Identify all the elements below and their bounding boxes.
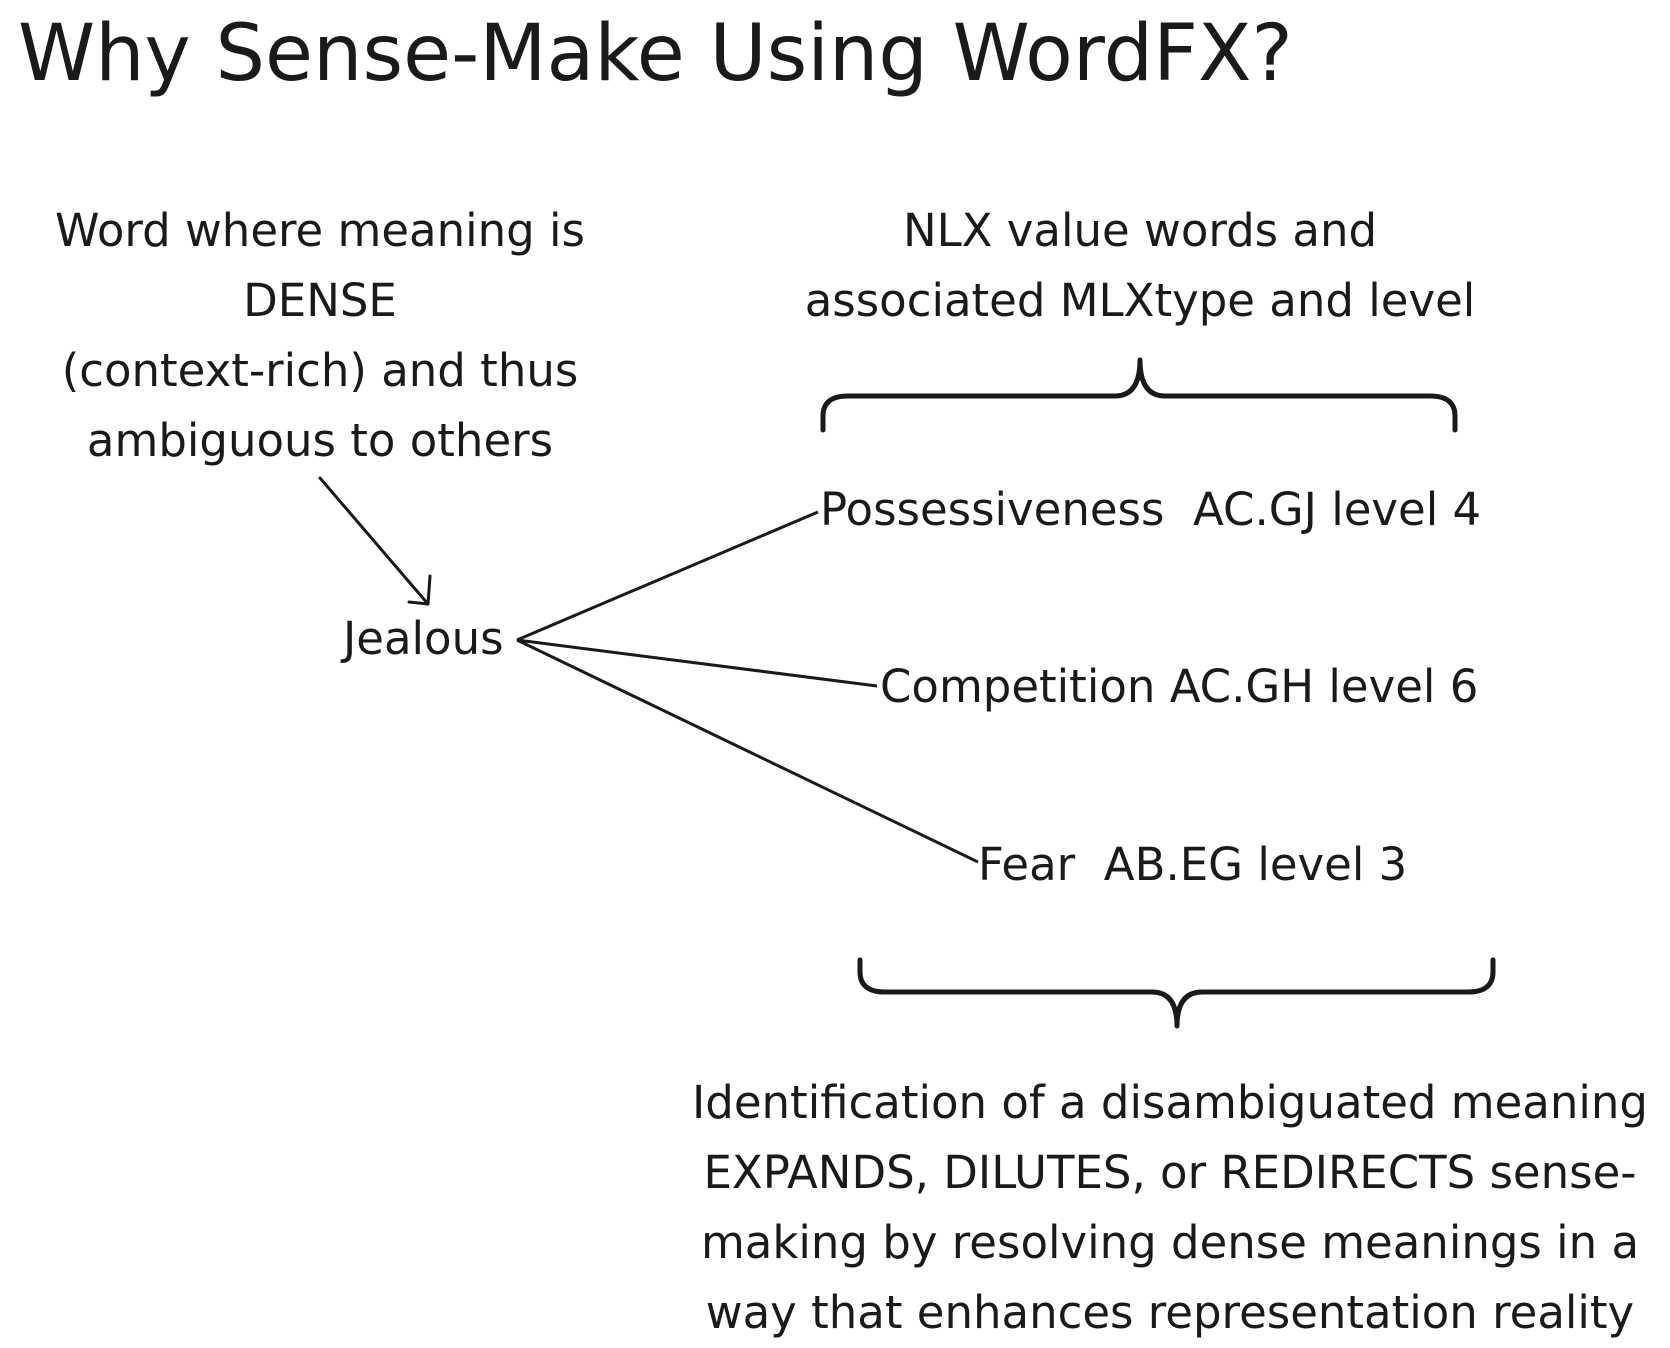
- branch-line-competition: [516, 638, 878, 688]
- disambiguation-caption-line: making by resolving dense meanings in a: [700, 1216, 1640, 1269]
- branch-possessiveness: Possessiveness AC.GJ level 4: [820, 483, 1482, 536]
- disambiguation-caption-line: Identification of a disambiguated meanin…: [692, 1076, 1648, 1129]
- arrow-to-jealous: [318, 476, 432, 606]
- bottom-brace: [857, 957, 1496, 1029]
- disambiguation-caption-line: way that enhances representation reality: [705, 1286, 1635, 1339]
- disambiguation-caption: Identification of a disambiguated meanin…: [670, 1068, 1670, 1348]
- branch-fear: Fear AB.EG level 3: [978, 838, 1408, 891]
- top-brace: [820, 357, 1458, 433]
- branch-line-possessiveness: [516, 510, 819, 642]
- center-word: Jealous: [343, 612, 504, 665]
- disambiguation-caption-line: EXPANDS, DILUTES, or REDIRECTS sense-: [703, 1146, 1637, 1199]
- branch-competition: Competition AC.GH level 6: [880, 660, 1479, 713]
